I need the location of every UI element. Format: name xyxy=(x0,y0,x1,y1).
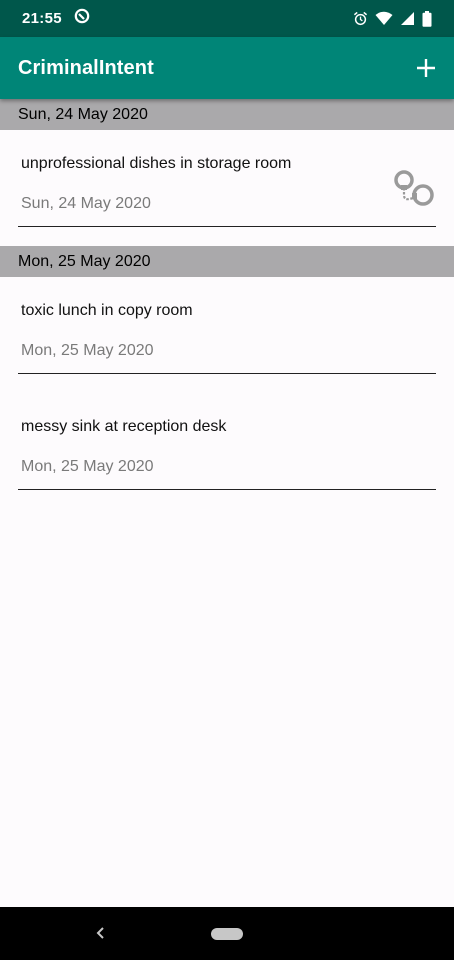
back-button[interactable] xyxy=(94,924,106,947)
crime-date: Sun, 24 May 2020 xyxy=(21,195,151,212)
crime-list: Sun, 24 May 2020 unprofessional dishes i… xyxy=(0,99,454,509)
plus-icon xyxy=(417,59,435,77)
app-title: CriminalIntent xyxy=(18,56,154,79)
navigation-bar xyxy=(0,907,454,960)
crime-title: unprofessional dishes in storage room xyxy=(21,155,292,172)
crime-title: messy sink at reception desk xyxy=(21,418,227,435)
data-saver-icon xyxy=(74,8,90,29)
crime-date: Mon, 25 May 2020 xyxy=(21,458,154,475)
back-icon xyxy=(96,927,104,939)
row-divider xyxy=(18,488,436,490)
crime-list-item[interactable]: toxic lunch in copy room Mon, 25 May 202… xyxy=(0,277,454,393)
crime-date: Mon, 25 May 2020 xyxy=(21,342,154,359)
home-pill-icon[interactable] xyxy=(211,928,243,940)
status-time: 21:55 xyxy=(22,10,62,27)
section-header: Mon, 25 May 2020 xyxy=(0,246,454,277)
alarm-icon xyxy=(353,11,368,26)
crime-title: toxic lunch in copy room xyxy=(21,302,193,319)
crime-list-item[interactable]: unprofessional dishes in storage room Su… xyxy=(0,130,454,246)
row-divider xyxy=(18,372,436,374)
signal-icon xyxy=(400,11,415,26)
status-right xyxy=(353,10,432,27)
battery-icon xyxy=(422,10,432,27)
crime-list-item[interactable]: messy sink at reception desk Mon, 25 May… xyxy=(0,393,454,509)
row-divider xyxy=(18,225,436,227)
wifi-icon xyxy=(375,11,393,26)
section-header-label: Sun, 24 May 2020 xyxy=(18,105,148,123)
handcuffs-icon xyxy=(392,168,436,212)
section-header: Sun, 24 May 2020 xyxy=(0,99,454,130)
status-bar: 21:55 xyxy=(0,0,454,37)
status-left: 21:55 xyxy=(22,8,90,29)
app-bar: CriminalIntent xyxy=(0,37,454,99)
add-crime-button[interactable] xyxy=(414,56,438,80)
section-header-label: Mon, 25 May 2020 xyxy=(18,252,151,270)
